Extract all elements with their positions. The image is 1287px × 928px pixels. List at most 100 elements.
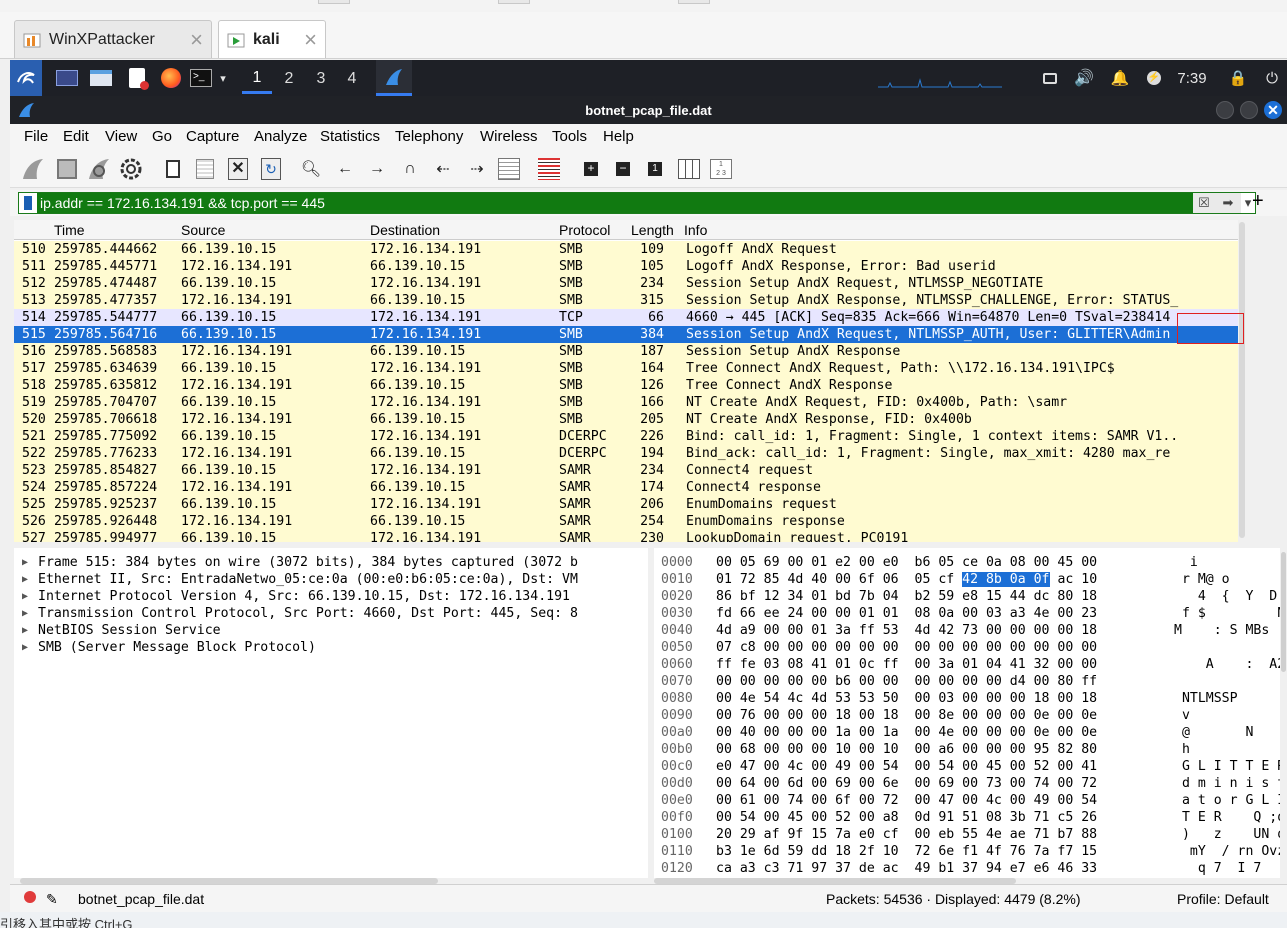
packet-row[interactable]: 514 259785.544777 66.139.10.15 172.16.134.1… [14, 309, 1238, 326]
hex-row[interactable]: 0110 b3 1e 6d 59 dd 18 2f 10 72 6e f1 4f … [654, 843, 1287, 860]
menu-statistics[interactable]: Statistics [320, 128, 380, 145]
hex-ascii[interactable]: A : A2 [1174, 656, 1287, 673]
close-icon[interactable]: × [304, 27, 317, 53]
hex-ascii[interactable]: i E [1174, 554, 1287, 571]
detail-tree-item[interactable]: ▶ NetBIOS Session Service [14, 622, 648, 639]
hex-ascii[interactable]: f $ N # [1174, 605, 1287, 622]
hex-row[interactable]: 0070 00 00 00 00 00 b6 00 00 00 00 00 00 … [654, 673, 1287, 690]
hex-ascii[interactable]: mY / rn Ovz [1174, 843, 1287, 860]
hex-bytes[interactable]: 00 05 69 00 01 e2 00 e0 b6 05 ce 0a 08 0… [716, 554, 1097, 571]
display-icon[interactable] [1040, 60, 1060, 96]
packet-row[interactable]: 523 259785.854827 66.139.10.15 172.16.134.1… [14, 462, 1238, 479]
open-file-icon[interactable] [160, 156, 186, 182]
scrollbar-thumb[interactable] [1239, 222, 1245, 538]
normal-size-icon[interactable]: 1 [642, 156, 668, 182]
detail-tree-item[interactable]: ▶ SMB (Server Message Block Protocol) [14, 639, 648, 656]
column-header-info[interactable]: Info [684, 222, 707, 238]
hex-ascii[interactable]: v [1174, 707, 1287, 724]
hex-ascii[interactable]: h [1174, 741, 1287, 758]
hex-row[interactable]: 0050 07 c8 00 00 00 00 00 00 00 00 00 00 … [654, 639, 1287, 656]
hex-bytes[interactable]: 00 64 00 6d 00 69 00 6e 00 69 00 73 00 7… [716, 775, 1097, 792]
hex-bytes[interactable]: ff fe 03 08 41 01 0c ff 00 3a 01 04 41 3… [716, 656, 1097, 673]
hex-bytes[interactable]: fd 66 ee 24 00 00 01 01 08 0a 00 03 a3 4… [716, 605, 1097, 622]
packet-row[interactable]: 520 259785.706618 172.16.134.191 66.139.10.… [14, 411, 1238, 428]
detail-tree-item[interactable]: ▶ Ethernet II, Src: EntradaNetwo_05:ce:0a… [14, 571, 648, 588]
packet-list-scrollbar[interactable] [1238, 220, 1246, 542]
column-header-destination[interactable]: Destination [370, 222, 440, 238]
hex-ascii[interactable]: NTLMSSP [1174, 690, 1287, 707]
clear-filter-icon[interactable]: ☒ [1193, 193, 1215, 213]
hex-row[interactable]: 00a0 00 40 00 00 00 1a 00 1a 00 4e 00 00 … [654, 724, 1287, 741]
hex-row[interactable]: 0100 20 29 af 9f 15 7a e0 cf 00 eb 55 4e … [654, 826, 1287, 843]
notification-bell-icon[interactable]: 🔔 [1110, 60, 1130, 96]
text-editor-icon[interactable] [124, 60, 150, 96]
expand-arrow-icon[interactable]: ▶ [22, 571, 28, 588]
vm-tab-kali[interactable]: kali × [218, 20, 326, 58]
hex-ascii[interactable]: G L I T T E R A [1174, 758, 1287, 775]
menu-analyze[interactable]: Analyze [254, 128, 307, 145]
packet-details-tree[interactable]: ▶ Frame 515: 384 bytes on wire (3072 bits… [14, 548, 648, 878]
last-packet-icon[interactable]: ⇢ [464, 156, 490, 182]
hex-row[interactable]: 0040 4d a9 00 00 01 3a ff 53 4d 42 73 00 … [654, 622, 1287, 639]
hex-bytes[interactable]: 86 bf 12 34 01 bd 7b 04 b2 59 e8 15 44 d… [716, 588, 1097, 605]
hex-row[interactable]: 0000 00 05 69 00 01 e2 00 e0 b6 05 ce 0a … [654, 554, 1287, 571]
hex-row[interactable]: 0020 86 bf 12 34 01 bd 7b 04 b2 59 e8 15 … [654, 588, 1287, 605]
hex-bytes[interactable]: 4d a9 00 00 01 3a ff 53 4d 42 73 00 00 0… [716, 622, 1097, 639]
find-packet-icon[interactable]: 🔍︎ [298, 156, 324, 182]
hex-ascii[interactable]: M : S MBs [1174, 622, 1287, 639]
hex-bytes[interactable]: 00 76 00 00 00 18 00 18 00 8e 00 00 00 0… [716, 707, 1097, 724]
workspace-1[interactable]: 1 [242, 64, 272, 94]
menu-tools[interactable]: Tools [552, 128, 587, 145]
hex-row[interactable]: 0120 ca a3 c3 71 97 37 de ac 49 b1 37 94 … [654, 860, 1287, 877]
hex-row[interactable]: 00d0 00 64 00 6d 00 69 00 6e 00 69 00 73 … [654, 775, 1287, 792]
column-header-source[interactable]: Source [181, 222, 225, 238]
bytes-scrollbar[interactable] [1280, 548, 1287, 878]
expand-arrow-icon[interactable]: ▶ [22, 639, 28, 656]
capture-status-icon[interactable] [24, 891, 36, 903]
hex-row[interactable]: 0010 01 72 85 4d 40 00 6f 06 05 cf 42 8b … [654, 571, 1287, 588]
wireshark-task[interactable] [376, 60, 412, 96]
menu-capture[interactable]: Capture [186, 128, 239, 145]
go-forward-icon[interactable]: → [364, 156, 390, 182]
hex-ascii[interactable] [1174, 639, 1287, 656]
packet-row[interactable]: 517 259785.634639 66.139.10.15 172.16.134.1… [14, 360, 1238, 377]
hex-ascii[interactable]: q 7 I 7 F3 [1174, 860, 1287, 877]
apply-filter-icon[interactable]: ➡ [1215, 193, 1241, 213]
workspace-2[interactable]: 2 [274, 64, 304, 94]
hex-row[interactable]: 00b0 00 68 00 00 00 10 00 10 00 a6 00 00 … [654, 741, 1287, 758]
packet-row[interactable]: 512 259785.474487 66.139.10.15 172.16.134.1… [14, 275, 1238, 292]
vm-tab-winxp[interactable]: WinXPattacker × [14, 20, 212, 58]
workspace-3[interactable]: 3 [306, 64, 336, 94]
split-view-icon[interactable]: 12 3 [708, 156, 734, 182]
zoom-out-icon[interactable]: − [610, 156, 636, 182]
reload-file-icon[interactable]: ↻ [258, 156, 284, 182]
zoom-in-icon[interactable]: + [578, 156, 604, 182]
firefox-icon[interactable] [158, 60, 184, 96]
detail-tree-item[interactable]: ▶ Transmission Control Protocol, Src Port… [14, 605, 648, 622]
hex-ascii[interactable]: r M@ o [1174, 571, 1287, 588]
packet-row[interactable]: 519 259785.704707 66.139.10.15 172.16.134.1… [14, 394, 1238, 411]
hex-ascii[interactable] [1174, 673, 1287, 690]
detail-tree-item[interactable]: ▶ Internet Protocol Version 4, Src: 66.13… [14, 588, 648, 605]
menu-go[interactable]: Go [152, 128, 172, 145]
packet-row[interactable]: 524 259785.857224 172.16.134.191 66.139.10.… [14, 479, 1238, 496]
hex-ascii[interactable]: d m i n i s t r [1174, 775, 1287, 792]
close-button[interactable]: ✕ [1264, 101, 1282, 119]
hex-bytes[interactable]: 01 72 85 4d 40 00 6f 06 05 cf 42 8b 0a 0… [716, 571, 1097, 588]
packet-row[interactable]: 527 259785.994977 66.139.10.15 172.16.134.1… [14, 530, 1238, 542]
go-back-icon[interactable]: ← [332, 156, 358, 182]
menu-help[interactable]: Help [603, 128, 634, 145]
colorize-icon[interactable] [536, 156, 562, 182]
packet-row[interactable]: 522 259785.776233 172.16.134.191 66.139.10.… [14, 445, 1238, 462]
hex-row[interactable]: 0090 00 76 00 00 00 18 00 18 00 8e 00 00 … [654, 707, 1287, 724]
expand-arrow-icon[interactable]: ▶ [22, 622, 28, 639]
file-manager-icon[interactable] [88, 60, 114, 96]
hex-bytes[interactable]: 00 40 00 00 00 1a 00 1a 00 4e 00 00 00 0… [716, 724, 1097, 741]
lock-icon[interactable]: 🔒 [1228, 60, 1248, 96]
capture-options-icon[interactable] [118, 156, 144, 182]
hex-row[interactable]: 00e0 00 61 00 74 00 6f 00 72 00 47 00 4c … [654, 792, 1287, 809]
hex-bytes[interactable]: 07 c8 00 00 00 00 00 00 00 00 00 00 00 0… [716, 639, 1097, 656]
column-header-length[interactable]: Length [631, 222, 674, 238]
display-filter-input[interactable] [37, 193, 1193, 213]
menu-telephony[interactable]: Telephony [395, 128, 463, 145]
